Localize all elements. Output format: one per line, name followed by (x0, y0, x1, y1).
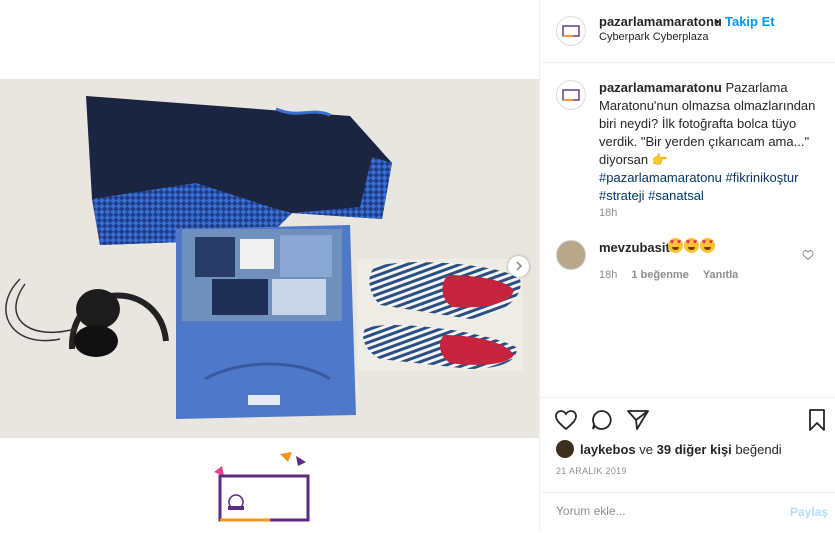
post-media (0, 0, 539, 532)
comment-icon[interactable] (590, 408, 614, 432)
add-comment-bar: Paylaş (540, 492, 835, 533)
comment-timestamp: 18h (599, 269, 618, 281)
heart-icon[interactable] (802, 248, 814, 266)
post-photo[interactable] (0, 79, 539, 438)
likes-summary: laykebos ve 39 diğer kişi beğendi (556, 440, 782, 458)
caption-timestamp: 18h (599, 207, 618, 219)
follow-button[interactable]: Takip Et (725, 14, 775, 29)
brand-logo (210, 452, 320, 528)
share-icon[interactable] (626, 408, 650, 432)
reply-button[interactable]: Yanıtla (703, 269, 738, 281)
liker-avatar[interactable] (556, 440, 574, 458)
heart-eyes-emoji-icon (668, 238, 683, 253)
hashtag-link[interactable]: #strateji (599, 188, 645, 203)
liker-username[interactable]: laykebos (580, 442, 636, 457)
separator-dot: • (715, 14, 720, 29)
comment-input[interactable] (554, 503, 778, 519)
location-link[interactable]: Cyberpark Cyberplaza (599, 31, 708, 43)
commenter-avatar[interactable] (556, 240, 586, 270)
pointing-emoji: 👉 (651, 152, 668, 167)
comment-like-count[interactable]: 1 beğenme (631, 269, 688, 281)
username-link[interactable]: pazarlamamaratonu (599, 14, 722, 29)
heart-eyes-emoji-icon (684, 238, 699, 253)
chevron-right-icon (514, 258, 524, 276)
bookmark-icon[interactable] (805, 408, 829, 432)
action-bar (540, 397, 835, 438)
comment-emoji (668, 238, 715, 256)
post-header: pazarlamamaratonu • Takip Et Cyberpark C… (540, 0, 835, 63)
avatar[interactable] (556, 16, 586, 46)
caption-username[interactable]: pazarlamamaratonu (599, 80, 722, 95)
caption-text: pazarlamamaratonu Pazarlama Maratonu'nun… (599, 79, 829, 205)
hashtag-link[interactable]: #sanatsal (648, 188, 704, 203)
post-sidebar: pazarlamamaratonu • Takip Et Cyberpark C… (539, 0, 835, 532)
avatar[interactable] (556, 80, 586, 110)
next-photo-button[interactable] (508, 256, 529, 277)
tshirt-image (176, 225, 356, 419)
likes-suffix: beğendi (735, 441, 782, 457)
likes-count[interactable]: 39 diğer kişi (657, 442, 732, 457)
flatlay-illustration (0, 79, 539, 438)
post-comment-button[interactable]: Paylaş (790, 505, 828, 519)
likes-connector: ve (639, 441, 654, 457)
heart-icon[interactable] (554, 408, 578, 432)
hashtag-link[interactable]: #pazarlamamaratonu (599, 170, 722, 185)
post-date: 21 ARALIK 2019 (556, 466, 627, 476)
instagram-post: pazarlamamaratonu • Takip Et Cyberpark C… (0, 0, 835, 532)
hashtag-link[interactable]: #fikrinikoştur (725, 170, 798, 185)
shoes-image (357, 259, 523, 371)
comment-meta: 18h 1 beğenme Yanıtla (599, 269, 738, 281)
comment-username[interactable]: mevzubasit (599, 240, 670, 255)
heart-eyes-emoji-icon (700, 238, 715, 253)
